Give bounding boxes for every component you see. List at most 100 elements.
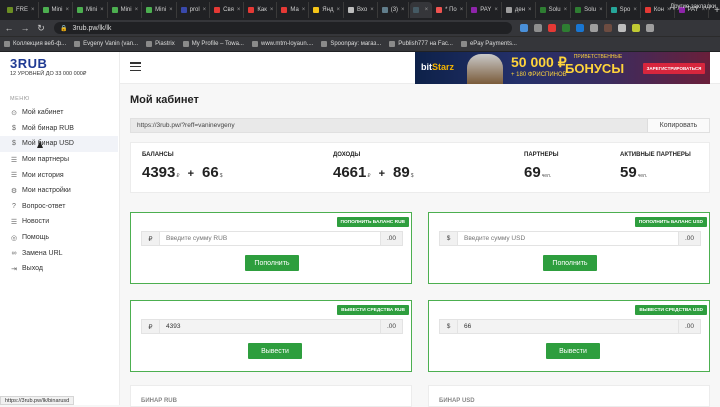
tab-close-icon[interactable]: × [370,7,374,13]
bookmark-item[interactable]: ePay Payments... [460,41,517,47]
extension-icon[interactable] [562,24,570,32]
sidebar-item[interactable]: ☰ Мои партнеры [0,152,118,168]
active-partners-unit: чел. [637,173,648,179]
balance-rub: 4393 [142,164,176,181]
browser-tab[interactable]: Mini × [40,2,74,18]
bookmark-item[interactable]: Evgeny Vanin (van... [74,41,138,47]
sidebar-item[interactable]: ⊙ Мой кабинет [0,105,118,121]
tab-close-icon[interactable]: × [302,7,306,13]
tab-close-icon[interactable]: × [599,7,603,13]
topup-rub-button[interactable]: Пополнить [245,255,299,271]
bookmark-item[interactable]: Publish777 на Fac... [389,41,453,47]
browser-tab[interactable]: (3) × [379,2,409,18]
extension-icon[interactable] [520,24,528,32]
menu-dots-icon[interactable] [646,24,654,32]
browser-tab[interactable]: Mini × [109,2,143,18]
puzzle-icon[interactable] [618,24,626,32]
banner-register-button[interactable]: ЗАРЕГИСТРИРОВАТЬСЯ [643,63,705,74]
copy-button[interactable]: Копировать [647,119,709,132]
topup-usd-input[interactable] [458,232,678,245]
browser-tab[interactable]: Solu × [537,2,572,18]
sidebar-item[interactable]: ☰ Мои история [0,167,118,183]
bookmark-item[interactable]: Spoonpay: магаз... [321,41,381,47]
tab-close-icon[interactable]: × [31,7,35,13]
browser-tab[interactable]: × [409,2,433,18]
browser-tab[interactable]: PAY × [468,2,502,18]
ad-banner[interactable]: bitStarz 50 000 ₽ + 180 ФРИСПИНОВ ПРИВЕТ… [415,52,710,84]
extension-icon[interactable] [576,24,584,32]
back-icon[interactable]: ← [2,23,16,33]
extension-icon[interactable] [534,24,542,32]
tab-close-icon[interactable]: × [564,7,568,13]
logo[interactable]: 3RUB [10,56,47,71]
extension-icon[interactable] [548,24,556,32]
logo-tagline: 12 УРОВНЕЙ ДО 33 000 000₽ [10,71,87,77]
tab-close-icon[interactable]: × [100,7,104,13]
decimal-addon: .00 [678,320,700,333]
banner-title: БОНУСЫ [565,61,625,76]
forward-icon[interactable]: → [18,23,32,33]
browser-tab[interactable]: Как × [245,2,278,18]
browser-tab[interactable]: * По × [433,2,468,18]
bookmark-item[interactable]: Коллекция веб-ф... [4,41,66,47]
tab-close-icon[interactable]: × [528,7,532,13]
withdraw-usd-input[interactable] [458,320,678,333]
sidebar-menu: ⊙ Мой кабинет $ Мой бинар RUB $ Мой бинар USD… [0,105,118,277]
sidebar-item[interactable]: ☰ Новости [0,214,118,230]
tab-close-icon[interactable]: × [460,7,464,13]
extension-icon[interactable] [590,24,598,32]
address-bar-url: 3rub.pw/lk/lk [72,24,112,32]
tab-close-icon[interactable]: × [425,7,429,13]
sidebar-item[interactable]: ? Вопрос-ответ [0,199,118,215]
bookmark-item[interactable]: Piastrix [146,41,175,47]
stat-income: ДОХОДЫ 4661 ₽ + 89 $ [333,152,413,181]
tab-close-icon[interactable]: × [336,7,340,13]
browser-tab[interactable]: Mini × [143,2,177,18]
tab-close-icon[interactable]: × [66,7,70,13]
profile-avatar[interactable] [632,24,640,32]
hamburger-menu-icon[interactable] [130,62,141,71]
tab-close-icon[interactable]: × [401,7,405,13]
browser-tab[interactable]: Янд × [310,2,344,18]
topup-rub-input[interactable] [160,232,380,245]
tab-label: prol [189,7,200,13]
bookmark-item[interactable]: www.mtm-loyaun.... [251,41,313,47]
bookmark-favicon-icon [321,41,328,47]
sidebar-item[interactable]: ◎ Помощь [0,230,118,246]
topup-usd-button[interactable]: Пополнить [543,255,597,271]
tab-favicon-icon [412,7,419,13]
tab-close-icon[interactable]: × [270,7,274,13]
other-bookmarks[interactable]: Другие закладки [670,4,716,10]
currency-addon: $ [440,320,458,333]
tab-close-icon[interactable]: × [494,7,498,13]
browser-tab[interactable]: Mini × [74,2,108,18]
withdraw-rub-input[interactable] [160,320,380,333]
browser-tab[interactable]: Spo × [608,2,641,18]
withdraw-rub-button[interactable]: Вывести [248,343,302,359]
bookmark-item[interactable]: My Profile – Towa... [182,41,244,47]
tab-close-icon[interactable]: × [135,7,139,13]
reload-icon[interactable]: ↻ [34,23,48,34]
browser-tab[interactable]: Свя × [211,2,245,18]
browser-tab[interactable]: FRE × [4,2,39,18]
browser-tab[interactable]: Вхо × [345,2,378,18]
sidebar-item[interactable]: ⚙ Мои настройки [0,183,118,199]
browser-tab[interactable]: ден × [503,2,536,18]
sidebar-item[interactable]: $ Мой бинар RUB [0,121,118,137]
sidebar-item[interactable]: ∞ Замена URL [0,245,118,261]
tab-label: Как [257,7,267,13]
referral-url[interactable]: https://3rub.pw/?reff=vaninevgeny [131,122,647,129]
tab-close-icon[interactable]: × [633,7,637,13]
address-bar[interactable]: 🔒 3rub.pw/lk/lk [54,22,512,34]
tab-favicon-icon [575,7,582,13]
sidebar-item[interactable]: ⇥ Выход [0,261,118,277]
sidebar-item[interactable]: $ Мой бинар USD [0,136,118,152]
extension-icon[interactable] [604,24,612,32]
browser-tab[interactable]: prol × [178,2,211,18]
tab-close-icon[interactable]: × [169,7,173,13]
browser-tab[interactable]: Ма × [278,2,310,18]
withdraw-usd-button[interactable]: Вывести [546,343,600,359]
tab-close-icon[interactable]: × [237,7,241,13]
tab-close-icon[interactable]: × [203,7,207,13]
browser-tab[interactable]: Solu × [572,2,607,18]
